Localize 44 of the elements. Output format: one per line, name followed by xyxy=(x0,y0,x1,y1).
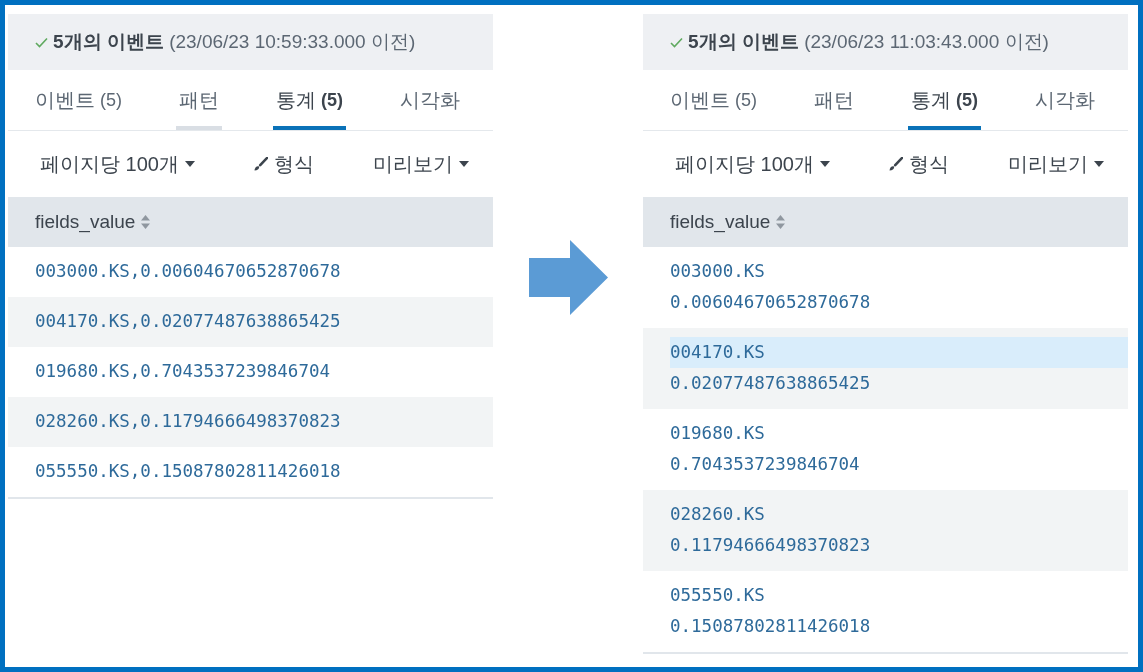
cell-value: 0.15087802811426018 xyxy=(670,615,872,638)
caret-down-icon xyxy=(1094,161,1104,167)
column-header[interactable]: fields_value xyxy=(32,209,154,235)
check-icon xyxy=(35,36,48,48)
brush-icon xyxy=(888,157,903,171)
dropdown-button[interactable]: 페이지당 100개 xyxy=(673,146,832,182)
tab[interactable]: 이벤트 (5) xyxy=(667,70,760,130)
tab[interactable]: 패턴 xyxy=(176,70,222,130)
tab[interactable]: 통계 (5) xyxy=(908,70,981,130)
cell-value: 0.11794666498370823 xyxy=(670,534,872,557)
cell-value: 028260.KS,0.11794666498370823 xyxy=(35,410,342,433)
dropdown-button[interactable]: 미리보기 xyxy=(1006,146,1106,182)
caret-down-icon xyxy=(819,161,830,167)
event-summary: 5개의 이벤트 (23/06/23 10:59:33.000 이전) xyxy=(53,30,416,54)
format-button[interactable]: 형식 xyxy=(251,146,316,182)
check-icon xyxy=(670,36,683,48)
caret-down-icon xyxy=(459,161,469,167)
dropdown-button[interactable]: 페이지당 100개 xyxy=(38,146,197,182)
brush-icon xyxy=(253,157,268,171)
caret-down-icon xyxy=(184,161,195,167)
sort-icon xyxy=(141,215,151,229)
cell-value: 004170.KS,0.02077487638865425 xyxy=(35,310,342,333)
tab[interactable]: 시각화 xyxy=(397,70,463,130)
event-summary: 5개의 이벤트 (23/06/23 11:03:43.000 이전) xyxy=(688,30,1049,54)
column-header[interactable]: fields_value xyxy=(667,209,789,235)
tab[interactable]: 이벤트 (5) xyxy=(32,70,125,130)
cell-value: 055550.KS,0.15087802811426018 xyxy=(35,460,342,483)
format-button[interactable]: 형식 xyxy=(886,146,951,182)
cell-value: 028260.KS xyxy=(670,503,766,526)
tab[interactable]: 시각화 xyxy=(1032,70,1098,130)
cell-value: 004170.KS xyxy=(670,337,1128,368)
cell-value: 003000.KS,0.00604670652870678 xyxy=(35,260,342,283)
cell-value: 019680.KS,0.7043537239846704 xyxy=(35,360,331,383)
dropdown-button[interactable]: 미리보기 xyxy=(371,146,471,182)
cell-value: 0.00604670652870678 xyxy=(670,291,872,314)
cell-value: 019680.KS xyxy=(670,422,766,445)
cell-value: 055550.KS xyxy=(670,584,766,607)
cell-value: 0.7043537239846704 xyxy=(670,453,861,476)
cell-value: 0.02077487638865425 xyxy=(670,372,872,395)
cell-value: 003000.KS xyxy=(670,260,766,283)
tab[interactable]: 패턴 xyxy=(811,70,857,130)
tab[interactable]: 통계 (5) xyxy=(273,70,346,130)
sort-icon xyxy=(776,215,786,229)
arrow-icon xyxy=(528,240,608,315)
